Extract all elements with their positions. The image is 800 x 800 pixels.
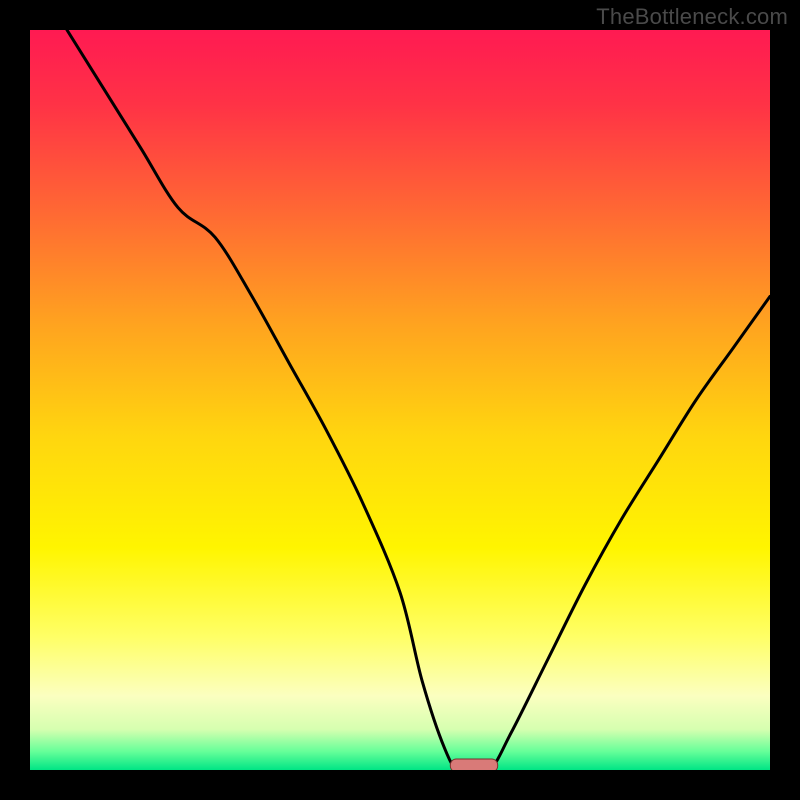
watermark-text: TheBottleneck.com [596, 4, 788, 30]
bottleneck-chart [30, 30, 770, 770]
chart-frame: TheBottleneck.com [0, 0, 800, 800]
gradient-background [30, 30, 770, 770]
plot-area [30, 30, 770, 770]
optimal-marker [450, 759, 497, 770]
